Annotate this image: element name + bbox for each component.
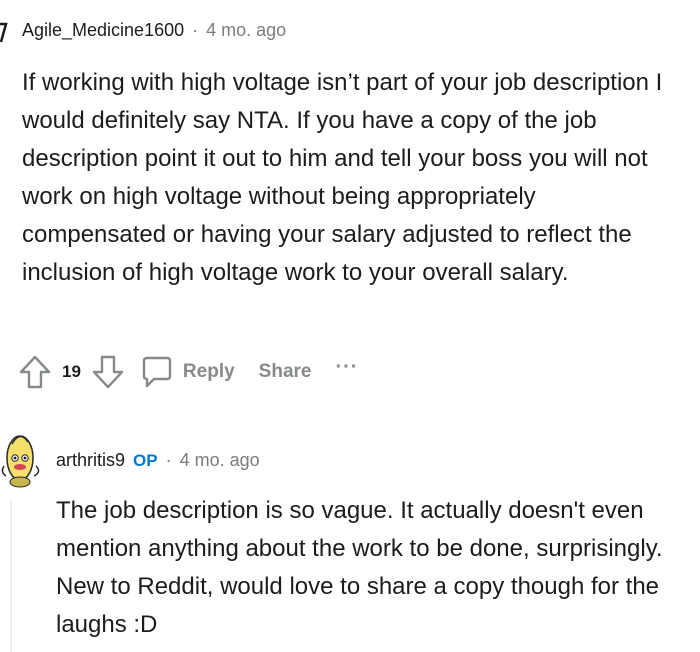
downvote-icon[interactable] <box>91 354 125 390</box>
reply-label: Reply <box>182 361 235 382</box>
comment-timestamp[interactable]: 4 mo. ago <box>180 450 260 471</box>
thread-collapse-mark <box>0 22 8 43</box>
comment-header: arthritis9 OP · 4 mo. ago <box>56 450 260 471</box>
comment-username[interactable]: Agile_Medicine1600 <box>22 20 184 41</box>
comment-body: If working with high voltage isn’t part … <box>22 69 663 286</box>
reply-button[interactable]: Reply <box>141 355 235 389</box>
thread-line[interactable] <box>10 500 12 652</box>
comment-action-bar: 19 Reply Share ··· <box>18 352 358 392</box>
comment-body: The job description is so vague. It actu… <box>56 497 663 638</box>
comment-header: Agile_Medicine1600 · 4 mo. ago <box>22 20 286 41</box>
vote-count: 19 <box>62 362 81 381</box>
upvote-icon[interactable] <box>18 354 52 390</box>
avatar[interactable] <box>0 422 44 492</box>
comment-timestamp[interactable]: 4 mo. ago <box>206 20 286 41</box>
meta-separator: · <box>192 20 199 40</box>
share-button[interactable]: Share <box>259 361 312 383</box>
meta-separator: · <box>165 450 172 470</box>
comment-username[interactable]: arthritis9 <box>56 450 125 471</box>
op-badge: OP <box>133 450 158 470</box>
more-options-icon[interactable]: ··· <box>335 356 358 379</box>
comment-bubble-icon <box>141 355 173 389</box>
